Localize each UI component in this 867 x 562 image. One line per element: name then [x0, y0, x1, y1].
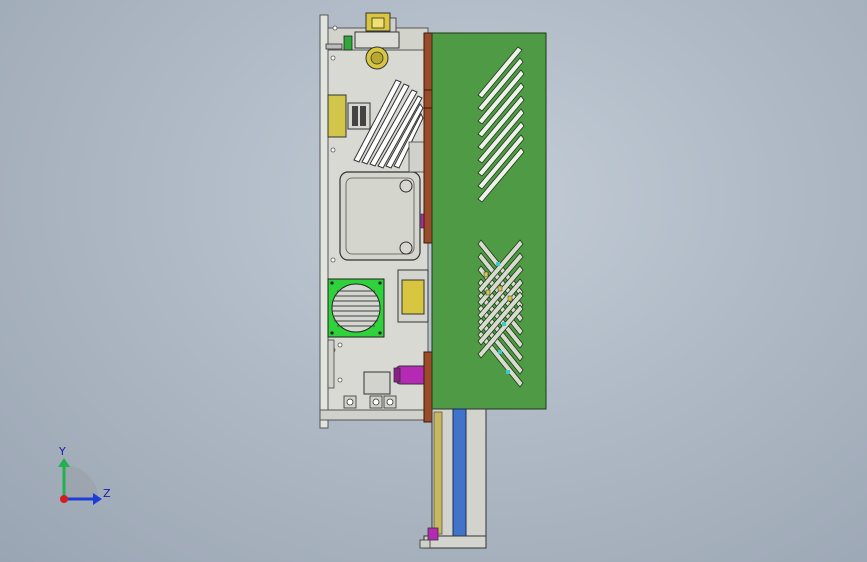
rail-upper[interactable] [423, 32, 433, 244]
cover-screw-bottom [399, 241, 413, 255]
view-triad[interactable]: Y Z [58, 445, 111, 505]
connector-row [343, 395, 397, 409]
purple-cylinder-end [393, 367, 401, 383]
terminal-block[interactable] [327, 94, 347, 138]
coil-winding[interactable] [401, 279, 425, 315]
cad-model[interactable]: Y Z [0, 0, 867, 562]
top-bolt [389, 17, 397, 33]
graphics-viewport[interactable]: Y Z [0, 0, 867, 562]
lower-bracket[interactable] [363, 371, 391, 395]
slide-rail-strip [433, 411, 443, 535]
slide-end-plate [419, 539, 431, 549]
lower-side-rail [327, 339, 335, 389]
triad-sector [64, 465, 98, 499]
purple-cylinder[interactable] [395, 365, 429, 385]
side-plate[interactable] [319, 14, 329, 429]
slide-end-magenta [427, 527, 439, 541]
triad-y-arrow-icon [58, 458, 70, 467]
top-fitting-cap [371, 17, 385, 29]
bottom-flange[interactable] [319, 409, 433, 421]
relay-contact-2 [360, 106, 366, 126]
valve-core [370, 51, 384, 65]
clamp-block[interactable] [354, 31, 400, 49]
triad-y-label: Y [58, 445, 66, 458]
cover-screw-top [399, 179, 413, 193]
triad-x-dot [60, 495, 68, 503]
left-screw [325, 43, 343, 50]
slide-rod[interactable] [452, 408, 467, 542]
triad-z-label: Z [103, 487, 111, 500]
panel-notch [408, 141, 427, 173]
relay-body[interactable] [347, 102, 371, 130]
relay-contact-1 [352, 106, 358, 126]
rail-lower[interactable] [423, 351, 433, 423]
green-clip [343, 35, 353, 51]
